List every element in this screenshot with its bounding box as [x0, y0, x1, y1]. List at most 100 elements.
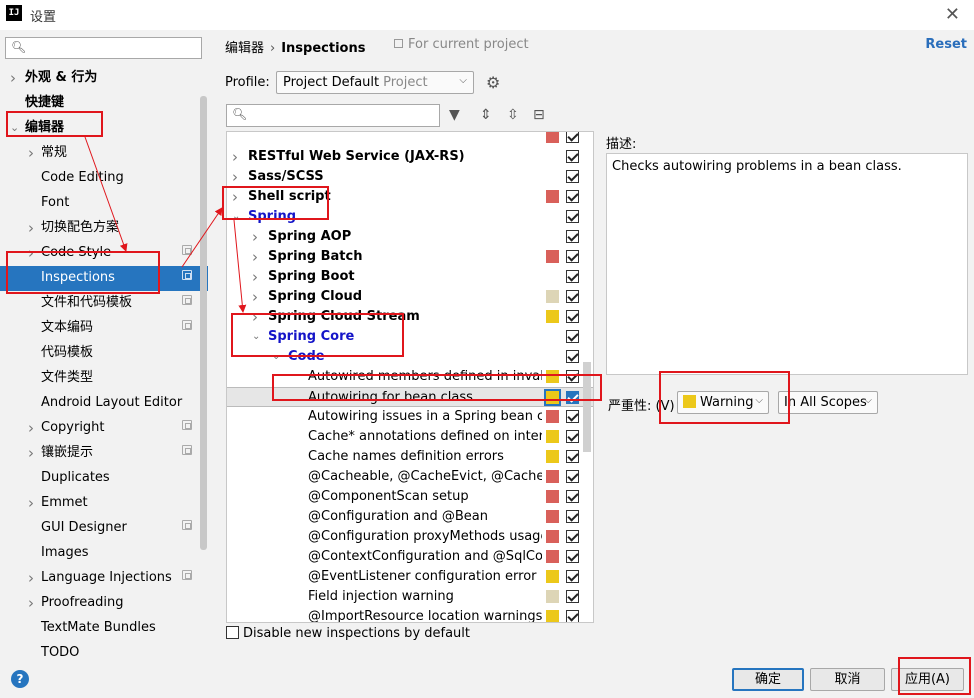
- inspection-checkbox[interactable]: [566, 530, 579, 543]
- inspection-checkbox[interactable]: [566, 290, 579, 303]
- inspection-checkbox[interactable]: [566, 370, 579, 383]
- inspection-row[interactable]: ⌄ Spring Core: [227, 327, 593, 347]
- cancel-button[interactable]: 取消: [810, 668, 885, 691]
- sidebar-item[interactable]: 文件和代码模板: [0, 291, 208, 316]
- inspection-row[interactable]: @EventListener configuration error: [227, 567, 593, 587]
- inspection-checkbox[interactable]: [566, 570, 579, 583]
- chevron-right-icon[interactable]: ›: [28, 593, 34, 613]
- chevron-right-icon[interactable]: ›: [28, 143, 34, 163]
- inspection-row[interactable]: [227, 132, 593, 147]
- reset-link[interactable]: Reset: [925, 37, 967, 52]
- expand-all-icon[interactable]: ⇕: [480, 107, 492, 123]
- inspection-checkbox[interactable]: [566, 230, 579, 243]
- sidebar-item[interactable]: GUI Designer: [0, 516, 208, 541]
- filter-icon[interactable]: ▼: [449, 107, 460, 123]
- chevron-right-icon[interactable]: ›: [252, 287, 258, 307]
- sidebar-item[interactable]: Android Layout Editor: [0, 391, 208, 416]
- inspection-row[interactable]: › Spring Boot: [227, 267, 593, 287]
- inspection-row[interactable]: @ComponentScan setup: [227, 487, 593, 507]
- inspection-checkbox[interactable]: [566, 410, 579, 423]
- inspection-row[interactable]: Autowiring for bean class: [227, 387, 593, 407]
- chevron-right-icon[interactable]: ›: [28, 218, 34, 238]
- tree-scrollbar[interactable]: [583, 362, 591, 452]
- help-icon[interactable]: ?: [11, 670, 29, 688]
- inspection-checkbox[interactable]: [566, 190, 579, 203]
- inspection-checkbox[interactable]: [566, 270, 579, 283]
- inspection-checkbox[interactable]: [566, 310, 579, 323]
- sidebar-item[interactable]: 快捷键: [0, 91, 208, 116]
- inspection-checkbox[interactable]: [566, 590, 579, 603]
- severity-dropdown[interactable]: Warning ⌵: [677, 391, 769, 414]
- inspection-search-input[interactable]: 🔍︎: [226, 104, 440, 127]
- chevron-right-icon[interactable]: ›: [28, 443, 34, 463]
- chevron-right-icon[interactable]: ›: [252, 307, 258, 327]
- inspection-row[interactable]: › Shell script: [227, 187, 593, 207]
- inspection-checkbox[interactable]: [566, 350, 579, 363]
- inspection-checkbox[interactable]: [566, 330, 579, 343]
- inspection-checkbox[interactable]: [566, 250, 579, 263]
- inspection-checkbox[interactable]: [566, 510, 579, 523]
- inspection-row[interactable]: › Spring Cloud: [227, 287, 593, 307]
- inspection-checkbox[interactable]: [566, 391, 579, 404]
- inspection-row[interactable]: Field injection warning: [227, 587, 593, 607]
- chevron-right-icon[interactable]: ›: [232, 187, 238, 207]
- inspection-row[interactable]: Cache names definition errors: [227, 447, 593, 467]
- inspection-row[interactable]: @Configuration and @Bean: [227, 507, 593, 527]
- inspection-row[interactable]: Cache* annotations defined on interface: [227, 427, 593, 447]
- gear-icon[interactable]: ⚙: [486, 73, 500, 92]
- inspection-row[interactable]: ⌄ Spring: [227, 207, 593, 227]
- inspection-checkbox[interactable]: [566, 470, 579, 483]
- sidebar-item[interactable]: 文件类型: [0, 366, 208, 391]
- sidebar-item[interactable]: › 镶嵌提示: [0, 441, 208, 466]
- chevron-right-icon[interactable]: ›: [232, 167, 238, 187]
- chevron-down-icon[interactable]: ⌄: [252, 327, 260, 347]
- sidebar-item[interactable]: › 切换配色方案: [0, 216, 208, 241]
- sidebar-scrollbar[interactable]: [200, 96, 207, 550]
- chevron-right-icon[interactable]: ›: [252, 267, 258, 287]
- sidebar-item[interactable]: › 外观 & 行为: [0, 66, 208, 91]
- sidebar-item[interactable]: Inspections: [0, 266, 208, 291]
- chevron-right-icon[interactable]: ›: [252, 227, 258, 247]
- inspection-row[interactable]: @Configuration proxyMethods usage w: [227, 527, 593, 547]
- reset-to-empty-icon[interactable]: ⊟: [533, 107, 545, 123]
- inspection-row[interactable]: @ContextConfiguration and @SqlConfig: [227, 547, 593, 567]
- inspection-checkbox[interactable]: [566, 132, 579, 143]
- sidebar-item[interactable]: ⌄ 编辑器: [0, 116, 208, 141]
- sidebar-search-input[interactable]: 🔍︎: [5, 37, 202, 59]
- chevron-right-icon[interactable]: ›: [232, 147, 238, 167]
- sidebar-item[interactable]: 文本编码: [0, 316, 208, 341]
- inspection-checkbox[interactable]: [566, 430, 579, 443]
- inspection-row[interactable]: Autowired members defined in invalid S: [227, 367, 593, 387]
- inspection-row[interactable]: Autowiring issues in a Spring bean class: [227, 407, 593, 427]
- inspection-row[interactable]: @ImportResource location warnings: [227, 607, 593, 622]
- chevron-down-icon[interactable]: ⌄: [272, 347, 280, 367]
- apply-button[interactable]: 应用(A): [891, 668, 964, 691]
- sidebar-item[interactable]: Duplicates: [0, 466, 208, 491]
- profile-dropdown[interactable]: Project Default Project ⌵: [276, 71, 474, 94]
- chevron-right-icon[interactable]: ›: [28, 418, 34, 438]
- sidebar-item[interactable]: Font: [0, 191, 208, 216]
- collapse-all-icon[interactable]: ⇳: [507, 107, 519, 123]
- inspection-checkbox[interactable]: [566, 150, 579, 163]
- chevron-down-icon[interactable]: ⌄: [232, 207, 240, 227]
- inspection-row[interactable]: › Sass/SCSS: [227, 167, 593, 187]
- inspection-checkbox[interactable]: [566, 170, 579, 183]
- chevron-right-icon[interactable]: ›: [10, 68, 16, 88]
- inspection-row[interactable]: › Spring AOP: [227, 227, 593, 247]
- sidebar-item[interactable]: Code Editing: [0, 166, 208, 191]
- chevron-right-icon[interactable]: ›: [28, 568, 34, 588]
- sidebar-item[interactable]: TODO: [0, 641, 208, 666]
- breadcrumb-parent[interactable]: 编辑器: [225, 41, 264, 56]
- inspection-checkbox[interactable]: [566, 490, 579, 503]
- sidebar-item[interactable]: › Copyright: [0, 416, 208, 441]
- sidebar-item[interactable]: › Emmet: [0, 491, 208, 516]
- inspection-checkbox[interactable]: [566, 210, 579, 223]
- inspection-row[interactable]: › Spring Cloud Stream: [227, 307, 593, 327]
- chevron-right-icon[interactable]: ›: [28, 243, 34, 263]
- sidebar-item[interactable]: › Proofreading: [0, 591, 208, 616]
- ok-button[interactable]: 确定: [732, 668, 804, 691]
- chevron-right-icon[interactable]: ›: [252, 247, 258, 267]
- sidebar-item[interactable]: › Code Style: [0, 241, 208, 266]
- inspection-row[interactable]: › Spring Batch: [227, 247, 593, 267]
- inspection-row[interactable]: @Cacheable, @CacheEvict, @CachePut, @: [227, 467, 593, 487]
